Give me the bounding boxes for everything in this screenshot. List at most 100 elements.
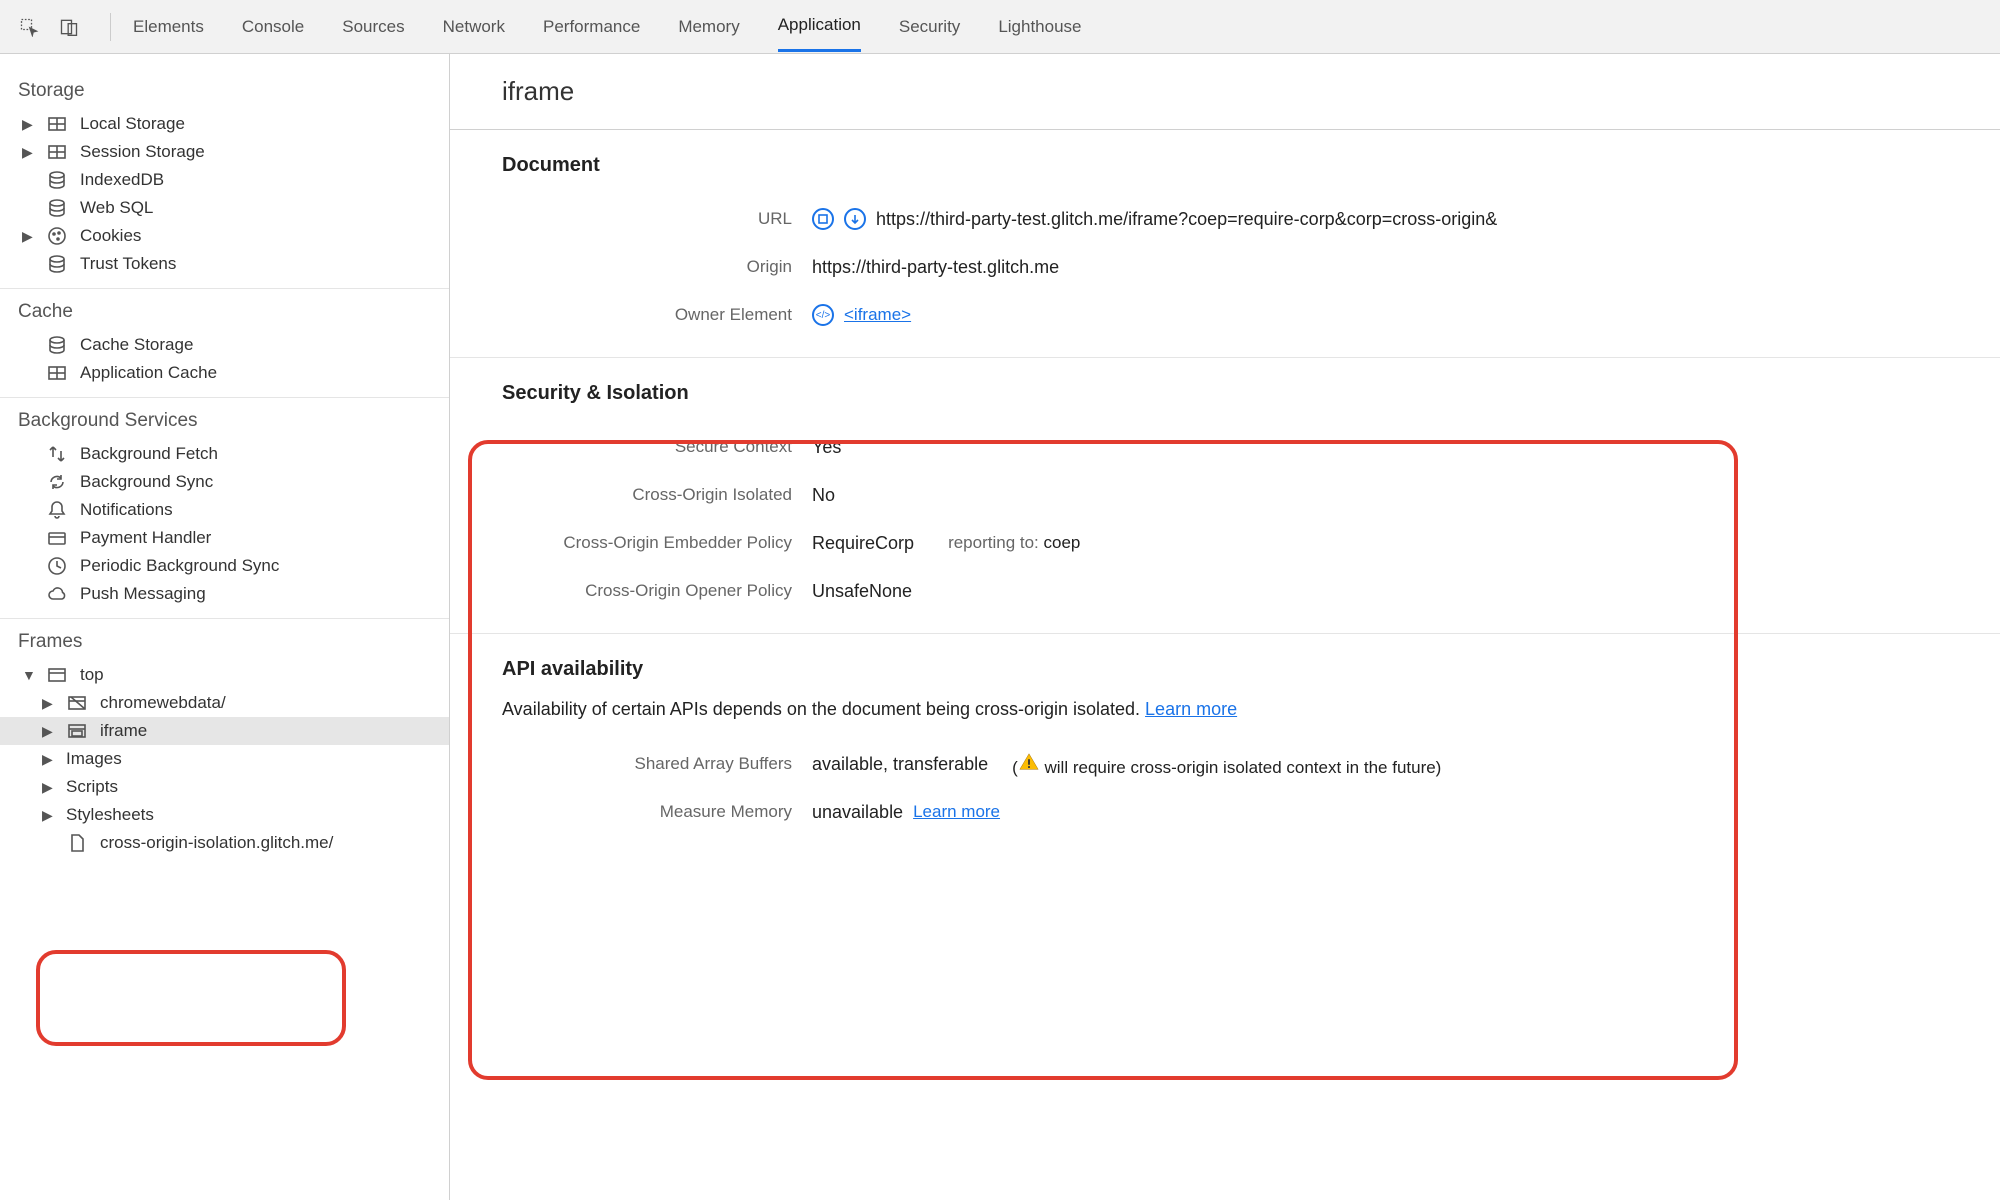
sidebar-item-label: Background Sync: [80, 472, 213, 492]
tab-memory[interactable]: Memory: [678, 3, 739, 51]
sidebar-item-indexeddb[interactable]: IndexedDB: [0, 166, 449, 194]
table-icon: [46, 114, 68, 134]
tab-sources[interactable]: Sources: [342, 3, 404, 51]
sidebar-item-periodic-sync[interactable]: Periodic Background Sync: [0, 552, 449, 580]
tab-performance[interactable]: Performance: [543, 3, 640, 51]
sidebar-item-label: iframe: [100, 721, 147, 741]
window-icon: [46, 665, 68, 685]
file-icon: [66, 833, 88, 853]
sidebar-item-chromewebdata[interactable]: ▶chromewebdata/: [0, 689, 449, 717]
reveal-element-icon[interactable]: </>: [812, 304, 834, 326]
sidebar-item-websql[interactable]: Web SQL: [0, 194, 449, 222]
mm-label: Measure Memory: [502, 802, 812, 822]
page-title: iframe: [450, 54, 2000, 130]
sidebar-item-label: Cache Storage: [80, 335, 193, 355]
sync-icon: [46, 472, 68, 492]
coop-value: UnsafeNone: [812, 581, 912, 602]
open-same-origin-icon[interactable]: [812, 208, 834, 230]
sab-value: available, transferable: [812, 754, 988, 775]
sidebar-item-label: Application Cache: [80, 363, 217, 383]
owner-label: Owner Element: [502, 305, 812, 325]
sidebar-item-label: Stylesheets: [66, 805, 154, 825]
clock-icon: [46, 556, 68, 576]
storage-header: Storage: [0, 72, 449, 110]
coi-value: No: [812, 485, 835, 506]
application-sidebar: Storage ▶Local Storage ▶Session Storage …: [0, 54, 450, 1200]
tab-network[interactable]: Network: [443, 3, 505, 51]
security-heading: Security & Isolation: [502, 382, 1948, 405]
tab-console[interactable]: Console: [242, 3, 304, 51]
reload-icon[interactable]: [844, 208, 866, 230]
mm-learn-more-link[interactable]: Learn more: [913, 802, 1000, 822]
cookie-icon: [46, 226, 68, 246]
tab-elements[interactable]: Elements: [133, 3, 204, 51]
transfer-icon: [46, 444, 68, 464]
iframe-icon: [66, 721, 88, 741]
api-learn-more-link[interactable]: Learn more: [1145, 699, 1237, 719]
sidebar-item-cache-storage[interactable]: Cache Storage: [0, 331, 449, 359]
frames-header: Frames: [0, 623, 449, 661]
sidebar-item-label: chromewebdata/: [100, 693, 226, 713]
sidebar-item-label: Background Fetch: [80, 444, 218, 464]
secure-context-label: Secure Context: [502, 437, 812, 457]
inspect-icon[interactable]: [18, 17, 40, 37]
device-toggle-icon[interactable]: [58, 17, 80, 37]
blocked-frame-icon: [66, 693, 88, 713]
tab-lighthouse[interactable]: Lighthouse: [998, 3, 1081, 51]
cache-header: Cache: [0, 293, 449, 331]
sab-note-text: will require cross-origin isolated conte…: [1040, 758, 1442, 777]
sidebar-item-local-storage[interactable]: ▶Local Storage: [0, 110, 449, 138]
origin-label: Origin: [502, 257, 812, 277]
toolbar-separator: [110, 13, 111, 41]
frame-details-pane: iframe Document URL https://third-party-…: [450, 54, 2000, 1200]
document-heading: Document: [502, 154, 1948, 177]
database-icon: [46, 170, 68, 190]
api-desc: Availability of certain APIs depends on …: [502, 699, 1145, 719]
sidebar-item-bg-fetch[interactable]: Background Fetch: [0, 440, 449, 468]
coop-label: Cross-Origin Opener Policy: [502, 581, 812, 601]
sidebar-item-scripts[interactable]: ▶Scripts: [0, 773, 449, 801]
url-value: https://third-party-test.glitch.me/ifram…: [876, 209, 1497, 230]
sidebar-item-bg-sync[interactable]: Background Sync: [0, 468, 449, 496]
sidebar-item-application-cache[interactable]: Application Cache: [0, 359, 449, 387]
url-label: URL: [502, 209, 812, 229]
sidebar-item-cookies[interactable]: ▶Cookies: [0, 222, 449, 250]
secure-context-value: Yes: [812, 437, 841, 458]
sidebar-item-payment[interactable]: Payment Handler: [0, 524, 449, 552]
devtools-tabs: Elements Console Sources Network Perform…: [125, 1, 1082, 52]
table-icon: [46, 363, 68, 383]
sidebar-item-iframe[interactable]: ▶iframe: [0, 717, 449, 745]
coi-label: Cross-Origin Isolated: [502, 485, 812, 505]
bell-icon: [46, 500, 68, 520]
sidebar-item-stylesheets[interactable]: ▶Stylesheets: [0, 801, 449, 829]
database-icon: [46, 335, 68, 355]
sidebar-item-trust-tokens[interactable]: Trust Tokens: [0, 250, 449, 278]
tab-security[interactable]: Security: [899, 3, 960, 51]
sidebar-item-cross-origin-host[interactable]: cross-origin-isolation.glitch.me/: [0, 829, 449, 857]
tab-application[interactable]: Application: [778, 1, 861, 52]
sidebar-item-images[interactable]: ▶Images: [0, 745, 449, 773]
sidebar-item-label: Cookies: [80, 226, 141, 246]
coep-reporting-prefix: reporting to:: [948, 533, 1043, 552]
sidebar-item-label: Session Storage: [80, 142, 205, 162]
sidebar-item-label: top: [80, 665, 104, 685]
coep-label: Cross-Origin Embedder Policy: [502, 533, 812, 553]
sidebar-item-session-storage[interactable]: ▶Session Storage: [0, 138, 449, 166]
coep-reporting-value: coep: [1044, 533, 1081, 552]
sidebar-item-label: Images: [66, 749, 122, 769]
sidebar-item-label: Local Storage: [80, 114, 185, 134]
sab-label: Shared Array Buffers: [502, 754, 812, 774]
owner-element-link[interactable]: <iframe>: [844, 305, 911, 325]
sidebar-item-push[interactable]: Push Messaging: [0, 580, 449, 608]
sidebar-item-label: Periodic Background Sync: [80, 556, 279, 576]
warning-icon: [1018, 751, 1040, 773]
sidebar-item-label: Scripts: [66, 777, 118, 797]
sidebar-item-top[interactable]: ▼top: [0, 661, 449, 689]
bg-services-header: Background Services: [0, 402, 449, 440]
sidebar-item-label: Notifications: [80, 500, 173, 520]
mm-value: unavailable: [812, 802, 903, 823]
table-icon: [46, 142, 68, 162]
sidebar-item-label: Web SQL: [80, 198, 153, 218]
sidebar-item-label: Trust Tokens: [80, 254, 176, 274]
sidebar-item-notifications[interactable]: Notifications: [0, 496, 449, 524]
